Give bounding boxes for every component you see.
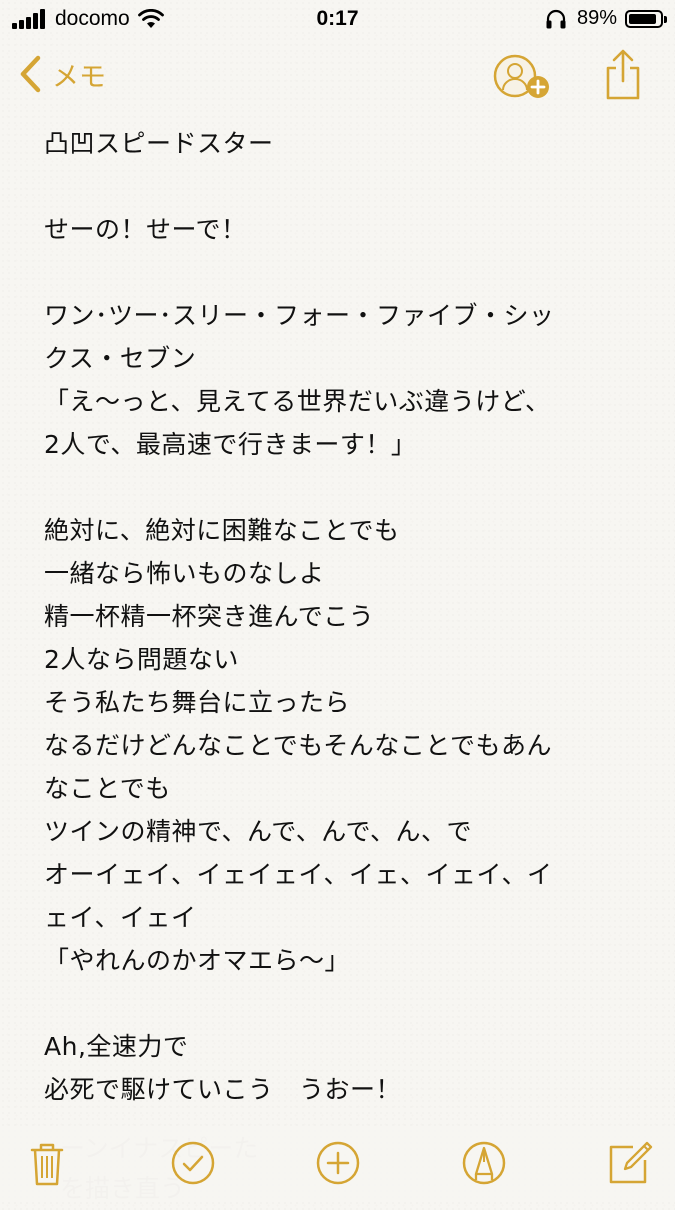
note-blank-line bbox=[44, 466, 634, 509]
note-line: 絶対に、絶対に困難なことでも bbox=[44, 516, 400, 545]
navigation-bar: メモ bbox=[0, 40, 675, 112]
trash-icon[interactable] bbox=[22, 1138, 72, 1188]
battery-icon bbox=[625, 9, 667, 28]
note-body[interactable]: 凸凹スピードスター せーの！せーで！ ワン･ツー･スリー・フォー・ファイブ・シッ… bbox=[44, 122, 634, 1132]
pen-tip-circle-icon[interactable] bbox=[459, 1138, 509, 1188]
chevron-left-icon bbox=[20, 55, 41, 93]
note-line: 「え〜っと、見えてる世界だいぶ違うけど、 bbox=[44, 387, 551, 416]
share-icon[interactable] bbox=[602, 48, 644, 102]
note-blank-line bbox=[44, 251, 634, 294]
back-label: メモ bbox=[52, 61, 106, 93]
status-bar: docomo 0:17 89% bbox=[0, 0, 675, 40]
note-line: ツインの精神で、んで、んで、ん、で bbox=[44, 817, 473, 846]
note-line: なことでも bbox=[44, 774, 171, 803]
note-line: クス・セブン bbox=[44, 344, 197, 373]
add-person-icon[interactable] bbox=[493, 54, 553, 102]
note-line: 一緒なら怖いものなしよ bbox=[44, 559, 325, 588]
back-button[interactable]: メモ bbox=[18, 54, 106, 94]
bottom-toolbar bbox=[0, 1130, 675, 1200]
note-line: 2人で、最高速で行きまーす！」 bbox=[44, 430, 417, 459]
battery-percent: 89% bbox=[576, 7, 617, 29]
note-line: せーの！せーで！ bbox=[44, 215, 247, 244]
battery-level-fill bbox=[629, 13, 656, 24]
note-line: Ah,全速力で bbox=[44, 1032, 189, 1061]
note-blank-line bbox=[44, 982, 634, 1025]
note-line: 精一杯精一杯突き進んでこう bbox=[44, 602, 375, 631]
note-line: なるだけどんなことでもそんなことでもあん bbox=[44, 731, 553, 760]
note-line: ワン･ツー･スリー・フォー・ファイブ・シッ bbox=[44, 301, 555, 330]
note-line: ェイ、イェイ bbox=[44, 903, 197, 932]
note-line: 凸凹スピードスター bbox=[44, 129, 274, 158]
status-right: 89% bbox=[545, 7, 667, 30]
checkmark-circle-icon[interactable] bbox=[168, 1138, 218, 1188]
note-line: 「やれんのかオマエら〜」 bbox=[44, 946, 351, 975]
note-blank-line bbox=[44, 165, 634, 208]
note-line: 2人なら問題ない bbox=[44, 645, 239, 674]
compose-icon[interactable] bbox=[605, 1138, 655, 1188]
plus-circle-icon[interactable] bbox=[313, 1138, 363, 1188]
note-line: そう私たち舞台に立ったら bbox=[44, 688, 351, 717]
note-line: オーイェイ、イェイェイ、イェ、イェイ、イ bbox=[44, 860, 553, 889]
note-line: 必死で駆けていこう うおー！ bbox=[44, 1075, 402, 1104]
headphones-icon bbox=[546, 9, 566, 28]
